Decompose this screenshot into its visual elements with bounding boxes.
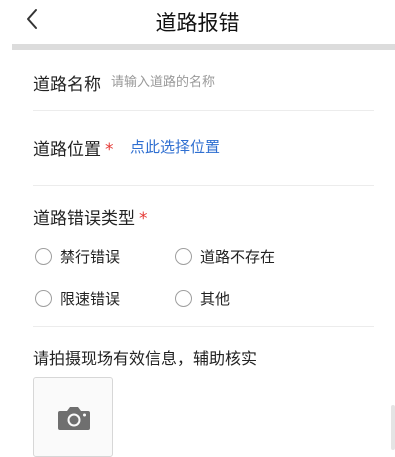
radio-label: 禁行错误 <box>60 248 121 266</box>
radio-label: 限速错误 <box>60 290 121 308</box>
error-type-label-text: 道路错误类型 <box>33 209 135 229</box>
camera-icon <box>58 407 90 430</box>
add-photo-button[interactable] <box>33 377 113 457</box>
radio-option[interactable]: 限速错误 <box>35 288 120 309</box>
radio-circle-icon <box>175 248 192 265</box>
road-location-label: 道路位置 * <box>33 135 114 160</box>
divider <box>33 110 374 111</box>
radio-option[interactable]: 禁行错误 <box>35 246 120 267</box>
road-name-label: 道路名称 <box>33 75 101 95</box>
radio-option[interactable]: 道路不存在 <box>175 246 275 267</box>
error-type-label: 道路错误类型 * <box>33 204 148 229</box>
required-mark: * <box>105 140 114 160</box>
radio-label: 道路不存在 <box>200 248 276 266</box>
radio-circle-icon <box>35 290 52 307</box>
page-title: 道路报错 <box>155 11 240 35</box>
radio-label: 其他 <box>200 290 231 308</box>
road-location-label-text: 道路位置 <box>33 140 101 160</box>
select-location-link[interactable]: 点此选择位置 <box>130 136 220 157</box>
radio-circle-icon <box>175 290 192 307</box>
divider <box>33 185 374 186</box>
divider <box>33 326 374 327</box>
header-divider <box>12 44 395 50</box>
road-name-input[interactable]: 请输入道路的名称 <box>111 71 215 90</box>
app-header: 道路报错 <box>0 0 395 44</box>
required-mark: * <box>139 209 148 229</box>
radio-circle-icon <box>35 248 52 265</box>
photo-label: 请拍摄现场有效信息，辅助核实 <box>33 349 258 368</box>
radio-option[interactable]: 其他 <box>175 288 230 309</box>
scrollbar[interactable] <box>391 405 395 450</box>
